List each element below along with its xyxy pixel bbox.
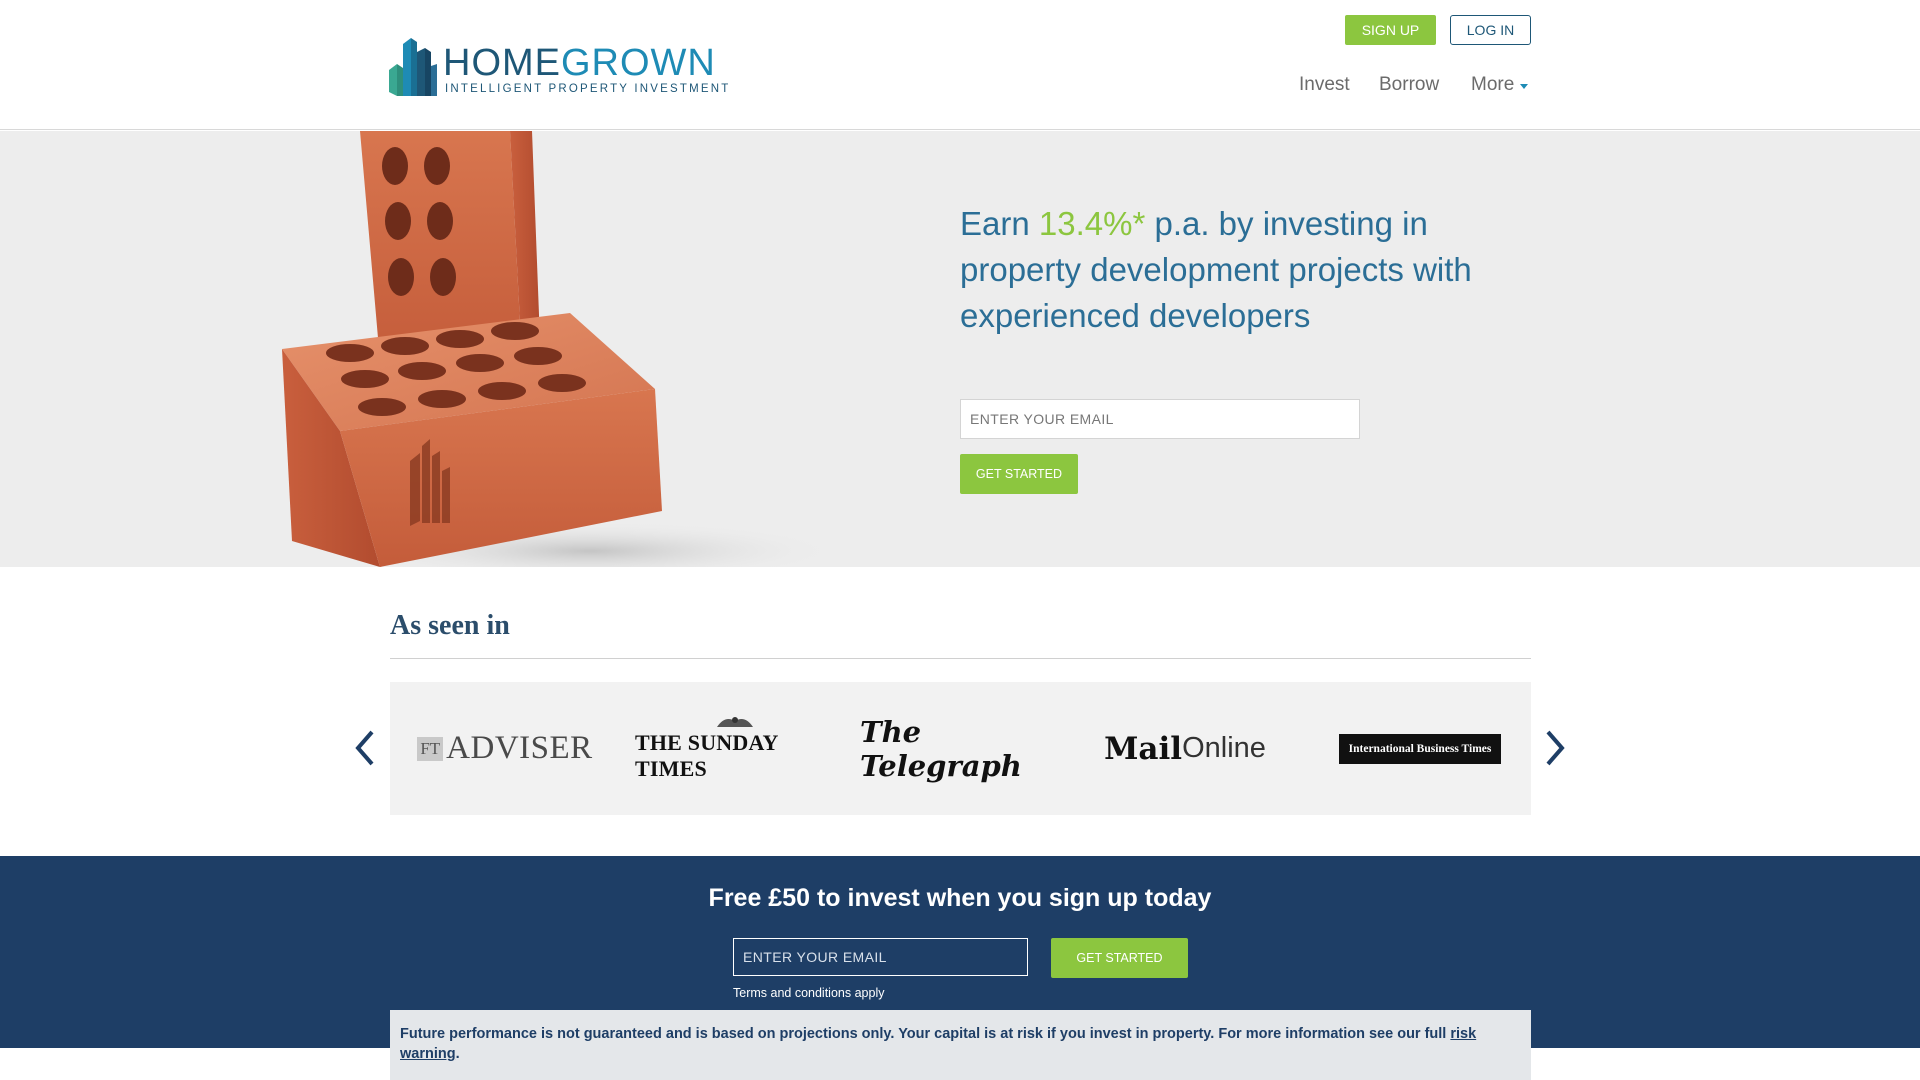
nav-more-label: More (1471, 74, 1515, 95)
ft-adviser-prefix: FT (417, 736, 444, 761)
ibt-logo[interactable]: International Business Times (1320, 682, 1520, 815)
banner-title: Free £50 to invest when you sign up toda… (708, 884, 1212, 912)
telegraph-logo[interactable]: The Telegraph (860, 682, 1070, 815)
hero-section: Earn 13.4%* p.a. by investing in propert… (0, 131, 1920, 567)
logo-wordmark: HOMEGROWN (443, 42, 716, 84)
logo-tagline: INTELLIGENT PROPERTY INVESTMENT (445, 83, 731, 95)
nav-borrow[interactable]: Borrow (1379, 74, 1439, 96)
crest-icon (717, 717, 753, 727)
hero-rate: 13.4%* (1038, 205, 1146, 242)
online-name: Online (1182, 732, 1266, 764)
banner-email-input[interactable] (733, 938, 1028, 976)
ibt-name: International Business Times (1338, 733, 1502, 764)
log-in-button[interactable]: LOG IN (1450, 15, 1531, 45)
as-seen-in-title: As seen in (390, 610, 510, 641)
carousel-next-button[interactable] (1540, 728, 1570, 768)
sunday-times-logo[interactable]: THE SUNDAY TIMES (635, 682, 835, 815)
chevron-right-icon (1546, 730, 1565, 766)
press-logos-carousel: FT ADVISER THE SUNDAY TIMES The Telegraph… (390, 682, 1531, 815)
sign-up-button[interactable]: SIGN UP (1345, 15, 1436, 45)
brick-image (282, 131, 840, 567)
mail-online-logo[interactable]: Mail Online (1090, 682, 1280, 815)
ft-adviser-name: ADVISER (446, 730, 593, 766)
risk-warning-text: Future performance is not guaranteed and… (400, 1026, 1451, 1042)
terms-link[interactable]: Terms and conditions apply (733, 986, 884, 1000)
sunday-times-name: THE SUNDAY TIMES (635, 730, 778, 781)
hero-get-started-button[interactable]: GET STARTED (960, 454, 1078, 494)
nav-invest[interactable]: Invest (1299, 74, 1350, 96)
caret-down-icon (1520, 83, 1529, 89)
risk-warning-notice: Future performance is not guaranteed and… (390, 1010, 1531, 1080)
logo-mark-icon (389, 38, 437, 96)
hero-headline: Earn 13.4%* p.a. by investing in propert… (960, 205, 1472, 334)
site-header: HOMEGROWN INTELLIGENT PROPERTY INVESTMEN… (0, 0, 1920, 130)
section-divider (390, 658, 1531, 659)
ft-adviser-logo[interactable]: FT ADVISER (410, 682, 600, 815)
banner-get-started-button[interactable]: GET STARTED (1051, 938, 1188, 978)
risk-warning-end: . (455, 1046, 460, 1062)
telegraph-name: The Telegraph (860, 714, 1022, 783)
homegrown-logo[interactable]: HOMEGROWN INTELLIGENT PROPERTY INVESTMEN… (389, 28, 728, 98)
nav-more[interactable]: More (1471, 74, 1529, 96)
hero-email-input[interactable] (960, 399, 1360, 439)
mail-name: Mail (1104, 730, 1183, 767)
chevron-left-icon (355, 730, 374, 766)
carousel-prev-button[interactable] (350, 728, 380, 768)
